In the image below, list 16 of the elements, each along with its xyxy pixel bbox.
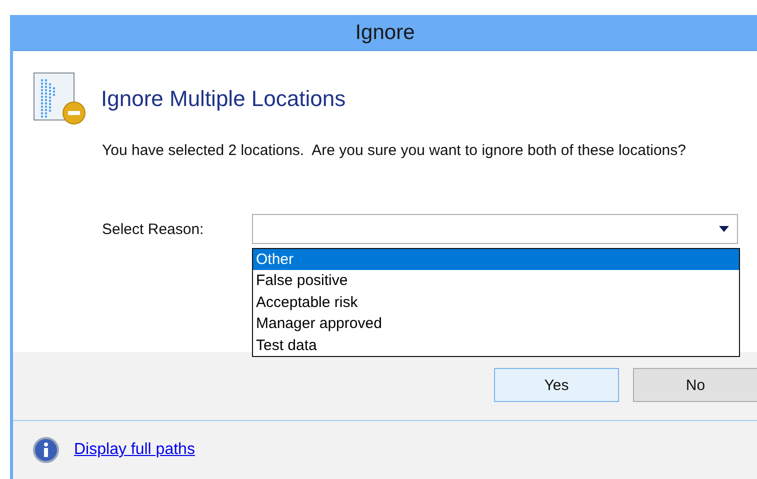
message-text: You have selected 2 locations. Are you sure you want to ignore both of these locations? [102, 141, 687, 161]
dropdown-option[interactable]: False positive [253, 270, 739, 292]
reason-label: Select Reason: [102, 220, 205, 238]
document-minus-icon [33, 72, 87, 126]
display-paths-link[interactable]: Display full paths [74, 441, 195, 459]
dropdown-option[interactable]: Test data [253, 334, 739, 356]
info-icon [33, 437, 59, 463]
window-title: Ignore [355, 20, 415, 44]
caret-icon [719, 226, 729, 232]
dropdown-option[interactable]: Acceptable risk [253, 292, 739, 314]
dialog-button[interactable]: No [633, 368, 757, 402]
reason-dropdown[interactable] [252, 214, 738, 244]
dialog-button[interactable]: Yes [494, 368, 619, 402]
dropdown-option[interactable]: Manager approved [253, 313, 739, 335]
dropdown-option[interactable]: Other [253, 249, 739, 270]
dialog-heading: Ignore Multiple Locations [101, 86, 346, 112]
